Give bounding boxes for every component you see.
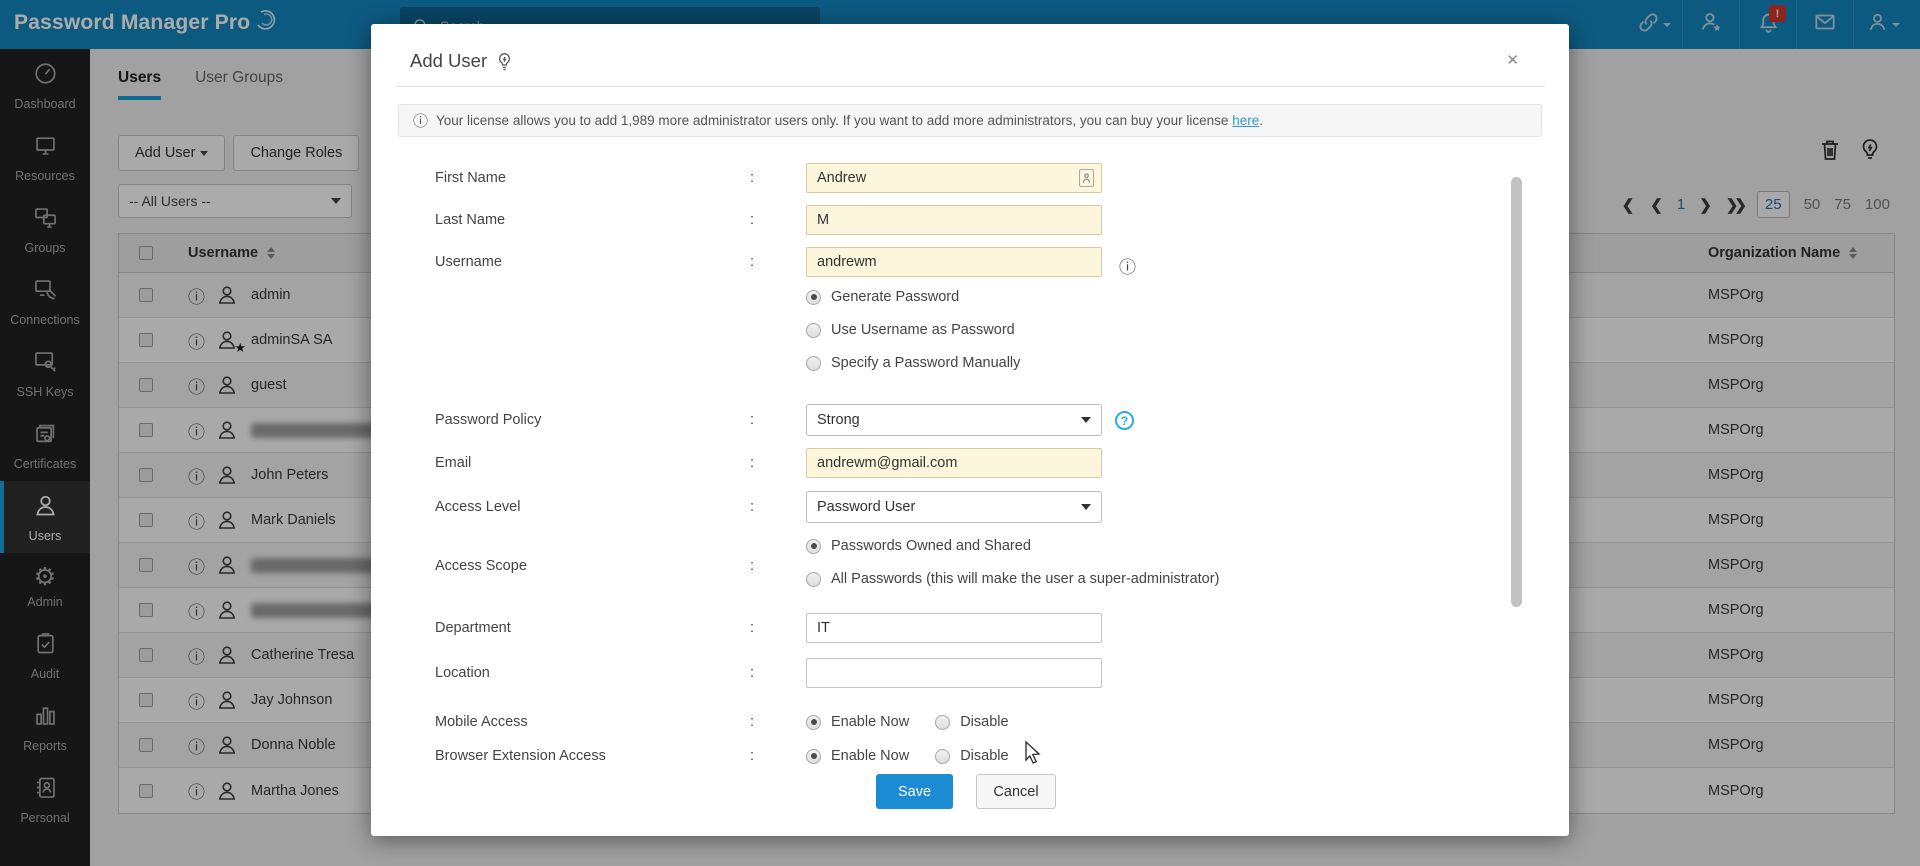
access-scope-radio-passwords-owned-and-shared[interactable] bbox=[806, 539, 821, 554]
email-input[interactable] bbox=[806, 448, 1102, 478]
browser-extension-radio-disable[interactable] bbox=[935, 749, 950, 764]
browser-extension-options: Enable Now Disable bbox=[806, 748, 1009, 764]
mobile-access-options: Enable Now Disable bbox=[806, 714, 1009, 730]
password-mode-options: Generate Password Use Username as Passwor… bbox=[806, 289, 1306, 388]
location-input[interactable] bbox=[806, 658, 1102, 688]
access-level-select[interactable]: Password User bbox=[806, 491, 1102, 523]
radio-label[interactable]: Enable Now bbox=[831, 748, 909, 764]
browser-extension-radio-enable-now[interactable] bbox=[806, 749, 821, 764]
chevron-down-icon bbox=[1081, 417, 1091, 423]
radio-label[interactable]: Disable bbox=[960, 714, 1008, 730]
password-mode-radio-use-username-as-password[interactable] bbox=[806, 323, 821, 338]
close-icon[interactable]: ✕ bbox=[1506, 51, 1519, 69]
first-name-label: First Name bbox=[435, 163, 506, 193]
username-info-icon[interactable]: ⓘ bbox=[1119, 253, 1136, 278]
username-label: Username bbox=[435, 247, 502, 277]
radio-label[interactable]: Disable bbox=[960, 748, 1008, 764]
chevron-down-icon bbox=[1081, 504, 1091, 510]
buy-license-link[interactable]: here bbox=[1232, 113, 1259, 128]
app-window: Password Manager Pro Search ! DashboardR… bbox=[0, 0, 1920, 866]
add-user-modal: Add User ✕ ⓘ Your license allows you to … bbox=[371, 24, 1569, 836]
password-mode-radio-generate-password[interactable] bbox=[806, 290, 821, 305]
first-name-input[interactable] bbox=[806, 163, 1102, 193]
access-scope-options: Passwords Owned and Shared All Passwords … bbox=[806, 538, 1446, 604]
title-divider bbox=[395, 86, 1545, 87]
save-button[interactable]: Save bbox=[876, 774, 953, 809]
radio-label[interactable]: Generate Password bbox=[831, 289, 959, 305]
modal-title: Add User bbox=[410, 50, 513, 72]
access-level-label: Access Level bbox=[435, 491, 520, 523]
last-name-label: Last Name bbox=[435, 205, 505, 235]
radio-label[interactable]: Use Username as Password bbox=[831, 322, 1015, 338]
username-input[interactable] bbox=[806, 247, 1102, 277]
browser-extension-access-label: Browser Extension Access bbox=[435, 748, 606, 764]
radio-label[interactable]: Passwords Owned and Shared bbox=[831, 538, 1031, 554]
password-policy-select[interactable]: Strong bbox=[806, 404, 1102, 436]
cancel-button[interactable]: Cancel bbox=[976, 774, 1056, 809]
password-mode-radio-specify-a-password-manually[interactable] bbox=[806, 356, 821, 371]
password-policy-help-icon[interactable]: ? bbox=[1115, 411, 1134, 430]
email-label: Email bbox=[435, 448, 471, 478]
mobile-access-radio-enable-now[interactable] bbox=[806, 715, 821, 730]
lightbulb-bolt-icon[interactable] bbox=[496, 51, 513, 72]
last-name-input[interactable] bbox=[806, 205, 1102, 235]
license-notice-text: Your license allows you to add 1,989 mor… bbox=[436, 113, 1232, 128]
department-input[interactable] bbox=[806, 613, 1102, 643]
radio-label[interactable]: Enable Now bbox=[831, 714, 909, 730]
location-label: Location bbox=[435, 658, 490, 688]
autofill-icon bbox=[1079, 169, 1094, 187]
access-scope-radio-all-passwords-this-will-make-the-user-a-super-administrator[interactable] bbox=[806, 572, 821, 587]
modal-scrollbar-thumb[interactable] bbox=[1511, 177, 1522, 607]
mobile-access-radio-disable[interactable] bbox=[935, 715, 950, 730]
info-icon: ⓘ bbox=[413, 110, 428, 131]
password-policy-label: Password Policy bbox=[435, 404, 541, 436]
license-notice: ⓘ Your license allows you to add 1,989 m… bbox=[398, 104, 1542, 137]
department-label: Department bbox=[435, 613, 511, 643]
radio-label[interactable]: Specify a Password Manually bbox=[831, 355, 1020, 371]
access-scope-label: Access Scope bbox=[435, 558, 527, 574]
mobile-access-label: Mobile Access bbox=[435, 714, 528, 730]
radio-label[interactable]: All Passwords (this will make the user a… bbox=[831, 571, 1219, 587]
